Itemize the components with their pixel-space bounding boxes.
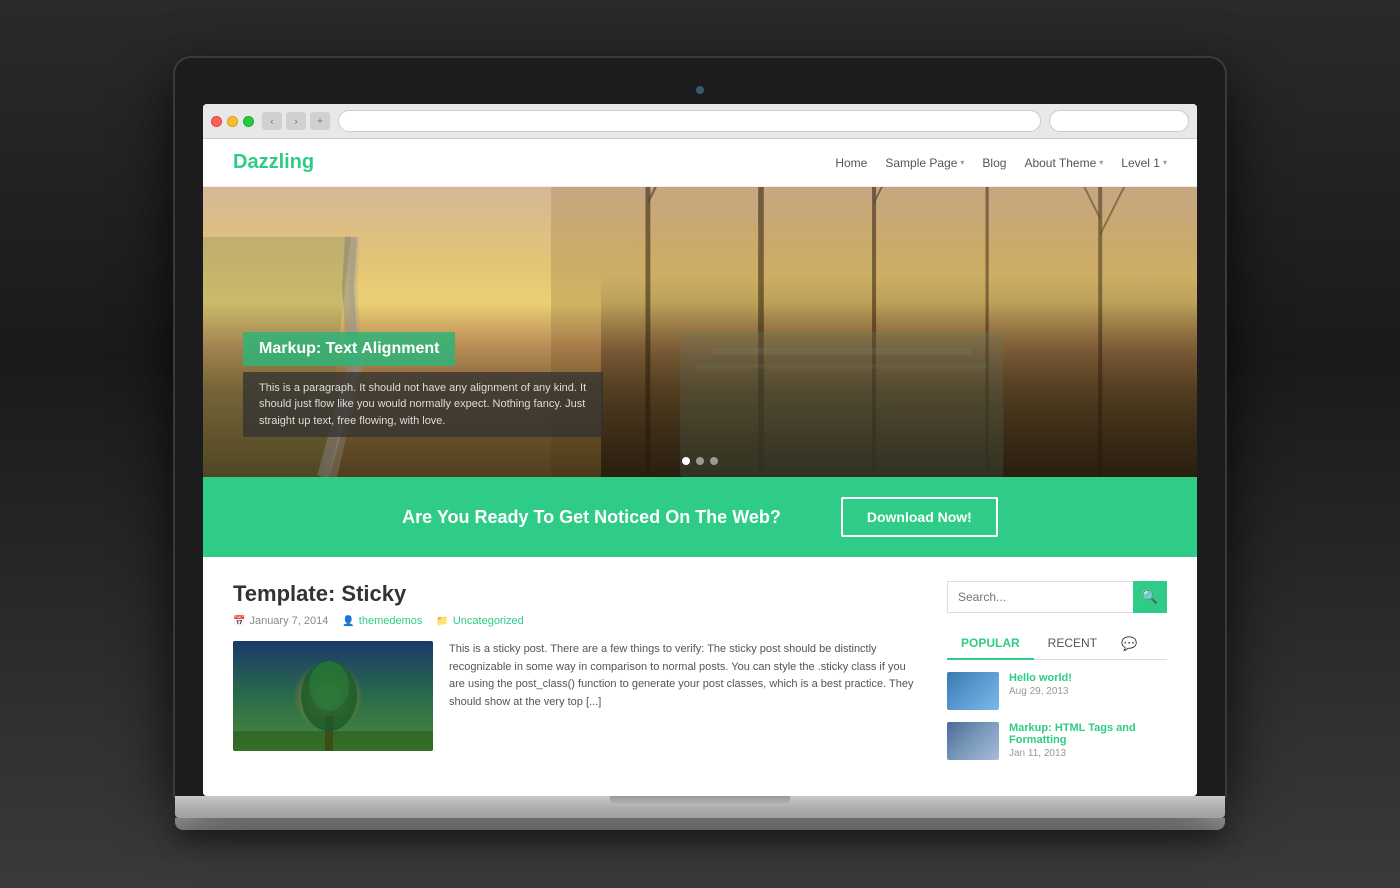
- sidebar: 🔍 POPULAR RECENT 💬: [947, 581, 1167, 772]
- browser-chrome: ‹ › +: [203, 104, 1197, 139]
- hero-dots: [682, 457, 718, 465]
- calendar-icon: 📅: [233, 616, 245, 627]
- hero-title: Markup: Text Alignment: [243, 332, 455, 366]
- hero-description: This is a paragraph. It should not have …: [243, 372, 603, 438]
- category-link[interactable]: Uncategorized: [453, 615, 524, 627]
- site-nav: Dazzling Home Sample Page ▾ Blog About T…: [203, 139, 1197, 187]
- sidebar-post-info-2: Markup: HTML Tags and Formatting Jan 11,…: [1009, 722, 1167, 759]
- site-logo: Dazzling: [233, 151, 314, 174]
- new-tab-button[interactable]: +: [310, 112, 330, 130]
- folder-icon: 📁: [436, 616, 448, 627]
- browser-nav: ‹ › +: [262, 112, 330, 130]
- tab-recent[interactable]: RECENT: [1034, 629, 1111, 660]
- website-content: Dazzling Home Sample Page ▾ Blog About T…: [203, 139, 1197, 796]
- chevron-down-icon: ▾: [1163, 158, 1167, 167]
- post-category: 📁 Uncategorized: [436, 615, 523, 627]
- sidebar-post-thumb-2: [947, 722, 999, 760]
- sidebar-tabs: POPULAR RECENT 💬: [947, 629, 1167, 660]
- minimize-button[interactable]: [227, 116, 238, 127]
- sidebar-thumb-markup: [947, 722, 999, 760]
- author-link[interactable]: themedemos: [359, 615, 423, 627]
- hero-section: Markup: Text Alignment This is a paragra…: [203, 187, 1197, 477]
- hero-dot-2[interactable]: [696, 457, 704, 465]
- sidebar-thumb-hello: [947, 672, 999, 710]
- cta-banner: Are You Ready To Get Noticed On The Web?…: [203, 477, 1197, 557]
- hero-dot-1[interactable]: [682, 457, 690, 465]
- sidebar-post-2: Markup: HTML Tags and Formatting Jan 11,…: [947, 722, 1167, 760]
- nav-sample-page[interactable]: Sample Page ▾: [885, 156, 964, 170]
- cta-text: Are You Ready To Get Noticed On The Web?: [402, 507, 781, 528]
- screen-inner: ‹ › + Dazzling Home Sample Page ▾: [203, 104, 1197, 796]
- nav-blog[interactable]: Blog: [982, 156, 1006, 170]
- sidebar-post-date-2: Jan 11, 2013: [1009, 748, 1167, 759]
- chevron-down-icon: ▾: [960, 158, 964, 167]
- post-excerpt: This is a sticky post. There are a few t…: [449, 641, 923, 751]
- post-meta: 📅 January 7, 2014 👤 themedemos 📁 Uncateg…: [233, 615, 923, 627]
- chevron-down-icon: ▾: [1099, 158, 1103, 167]
- address-bar[interactable]: [338, 110, 1041, 132]
- post-body: This is a sticky post. There are a few t…: [233, 641, 923, 751]
- laptop-base: [175, 796, 1225, 818]
- post-date: 📅 January 7, 2014: [233, 615, 328, 627]
- forward-button[interactable]: ›: [286, 112, 306, 130]
- hero-caption: Markup: Text Alignment This is a paragra…: [243, 332, 603, 438]
- traffic-lights: [211, 116, 254, 127]
- sidebar-post-thumb-1: [947, 672, 999, 710]
- user-icon: 👤: [342, 616, 354, 627]
- screen-bezel: ‹ › + Dazzling Home Sample Page ▾: [175, 58, 1225, 796]
- search-icon: 🔍: [1142, 589, 1158, 605]
- sidebar-post-info-1: Hello world! Aug 29, 2013: [1009, 672, 1072, 697]
- tab-comments[interactable]: 💬: [1111, 629, 1147, 659]
- sidebar-post-title-2[interactable]: Markup: HTML Tags and Formatting: [1009, 722, 1167, 746]
- fullscreen-button[interactable]: [243, 116, 254, 127]
- post-thumbnail-svg: [233, 641, 433, 751]
- hero-dot-3[interactable]: [710, 457, 718, 465]
- post-author: 👤 themedemos: [342, 615, 422, 627]
- nav-level1[interactable]: Level 1 ▾: [1121, 156, 1167, 170]
- camera-dot: [696, 86, 704, 94]
- search-box: 🔍: [947, 581, 1167, 613]
- sidebar-search-input[interactable]: [947, 581, 1133, 613]
- post-thumbnail: [233, 641, 433, 751]
- download-now-button[interactable]: Download Now!: [841, 497, 998, 537]
- nav-home[interactable]: Home: [835, 156, 867, 170]
- sidebar-search-button[interactable]: 🔍: [1133, 581, 1167, 613]
- sidebar-post-title-1[interactable]: Hello world!: [1009, 672, 1072, 684]
- browser-search-input[interactable]: [1049, 110, 1189, 132]
- sidebar-post-date-1: Aug 29, 2013: [1009, 686, 1072, 697]
- nav-links: Home Sample Page ▾ Blog About Theme ▾ Le…: [835, 156, 1167, 170]
- tab-popular[interactable]: POPULAR: [947, 629, 1034, 660]
- laptop-bottom: [175, 818, 1225, 830]
- sidebar-post-1: Hello world! Aug 29, 2013: [947, 672, 1167, 710]
- laptop-frame: ‹ › + Dazzling Home Sample Page ▾: [175, 58, 1225, 830]
- back-button[interactable]: ‹: [262, 112, 282, 130]
- post-title: Template: Sticky: [233, 581, 923, 607]
- main-content: Template: Sticky 📅 January 7, 2014 👤 the…: [203, 557, 1197, 796]
- close-button[interactable]: [211, 116, 222, 127]
- blog-area: Template: Sticky 📅 January 7, 2014 👤 the…: [233, 581, 923, 772]
- nav-about-theme[interactable]: About Theme ▾: [1024, 156, 1103, 170]
